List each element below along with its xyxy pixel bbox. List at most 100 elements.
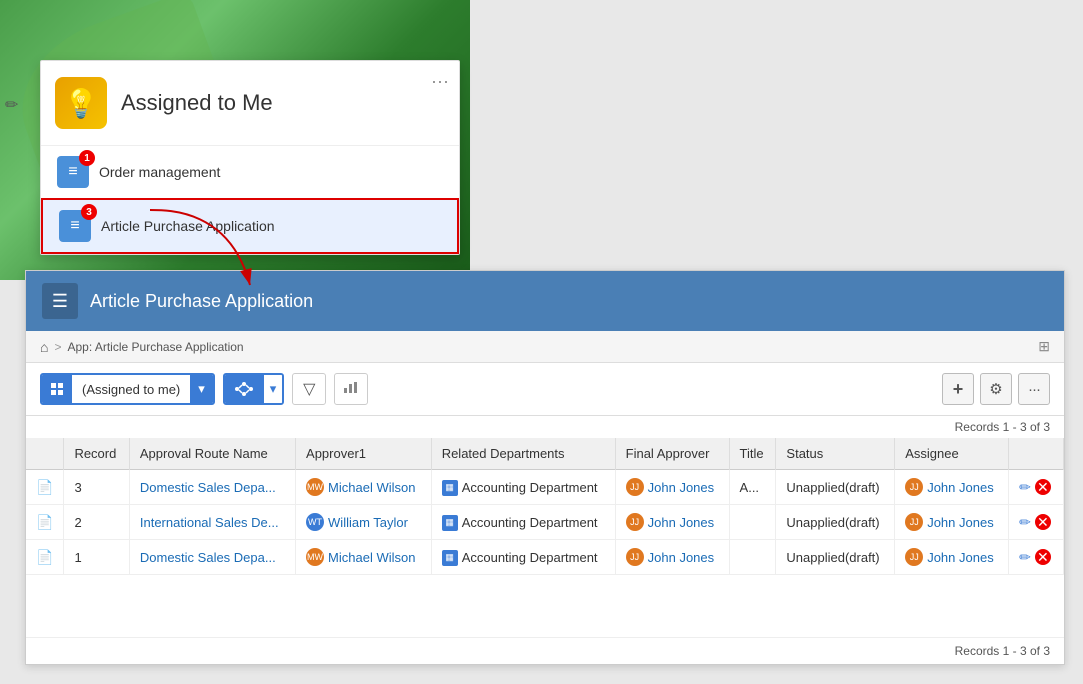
related-dept-cell: ▦ Accounting Department	[431, 505, 615, 540]
approver1-link[interactable]: Michael Wilson	[328, 550, 415, 565]
record-number: 2	[64, 505, 129, 540]
toolbar-right: + ⚙ ···	[942, 373, 1050, 405]
delete-button[interactable]: ✕	[1035, 479, 1051, 495]
title-cell: A...	[729, 470, 776, 505]
assignee-cell: JJ John Jones	[895, 505, 1009, 540]
chart-button[interactable]	[334, 373, 368, 405]
row-icon-cell: 📄	[26, 540, 64, 575]
workflow-icon	[225, 375, 263, 403]
records-count-bottom: Records 1 - 3 of 3	[26, 637, 1064, 664]
breadcrumb-bar: ⌂ > App: Article Purchase Application ⊞	[26, 331, 1064, 363]
final-approver-user: JJ John Jones	[626, 478, 715, 496]
approver1-link[interactable]: William Taylor	[328, 515, 408, 530]
action-buttons: ✏ ✕	[1019, 549, 1053, 566]
dept-square-icon: ▦	[442, 515, 458, 531]
status-cell: Unapplied(draft)	[776, 470, 895, 505]
assignee-link[interactable]: John Jones	[927, 480, 994, 495]
approval-route-link[interactable]: Domestic Sales Depa...	[140, 480, 276, 495]
col-final-approver[interactable]: Final Approver	[615, 438, 729, 470]
title-cell	[729, 540, 776, 575]
assignee-avatar: JJ	[905, 548, 923, 566]
assignee-user: JJ John Jones	[905, 478, 994, 496]
more-options-button[interactable]: ···	[1018, 373, 1050, 405]
breadcrumb-separator: >	[54, 340, 61, 354]
view-selector[interactable]: (Assigned to me) ▾	[40, 373, 215, 405]
row-icon-cell: 📄	[26, 505, 64, 540]
filter-icon: ▽	[303, 379, 315, 399]
arrow-indicator	[140, 200, 260, 303]
header-icon: 💡	[55, 77, 107, 129]
approval-route-link[interactable]: International Sales De...	[140, 515, 279, 530]
filter-button[interactable]: ▽	[292, 373, 326, 405]
hamburger-menu-icon[interactable]: ☰	[42, 283, 78, 319]
approver1-user: MW Michael Wilson	[306, 478, 415, 496]
approver1-link[interactable]: Michael Wilson	[328, 480, 415, 495]
edit-button[interactable]: ✏	[1019, 549, 1031, 566]
final-approver-link[interactable]: John Jones	[648, 550, 715, 565]
status-cell: Unapplied(draft)	[776, 540, 895, 575]
approval-route-cell[interactable]: Domestic Sales Depa...	[129, 540, 295, 575]
three-dots-menu[interactable]: ···	[431, 71, 449, 92]
assignee-user: JJ John Jones	[905, 513, 994, 531]
workflow-button[interactable]: ▾	[223, 373, 285, 405]
approval-route-cell[interactable]: International Sales De...	[129, 505, 295, 540]
col-status[interactable]: Status	[776, 438, 895, 470]
data-table: Record Approval Route Name Approver1 Rel…	[26, 438, 1064, 637]
assignee-link[interactable]: John Jones	[927, 515, 994, 530]
approval-route-cell[interactable]: Domestic Sales Depa...	[129, 470, 295, 505]
col-record[interactable]: Record	[64, 438, 129, 470]
col-assignee[interactable]: Assignee	[895, 438, 1009, 470]
dept-square-icon: ▦	[442, 480, 458, 496]
col-approver1[interactable]: Approver1	[296, 438, 432, 470]
col-approval-route[interactable]: Approval Route Name	[129, 438, 295, 470]
approval-route-link[interactable]: Domestic Sales Depa...	[140, 550, 276, 565]
view-caret[interactable]: ▾	[190, 375, 213, 403]
settings-button[interactable]: ⚙	[980, 373, 1012, 405]
home-icon[interactable]: ⌂	[40, 339, 48, 355]
action-cell: ✏ ✕	[1009, 505, 1064, 540]
table-row: 📄 2 International Sales De... WT William…	[26, 505, 1064, 540]
row-icon-cell: 📄	[26, 470, 64, 505]
assignee-cell: JJ John Jones	[895, 540, 1009, 575]
related-dept-cell: ▦ Accounting Department	[431, 540, 615, 575]
approver1-cell: WT William Taylor	[296, 505, 432, 540]
pin-icon[interactable]: ⊞	[1038, 338, 1050, 355]
records-count-top: Records 1 - 3 of 3	[26, 416, 1064, 438]
final-approver-link[interactable]: John Jones	[648, 480, 715, 495]
col-title[interactable]: Title	[729, 438, 776, 470]
grid-view-icon	[42, 375, 72, 403]
related-dept-cell: ▦ Accounting Department	[431, 470, 615, 505]
record-doc-icon: 📄	[36, 479, 53, 495]
add-button[interactable]: +	[942, 373, 974, 405]
approver1-cell: MW Michael Wilson	[296, 540, 432, 575]
final-approver-user: JJ John Jones	[626, 513, 715, 531]
edit-button[interactable]: ✏	[1019, 479, 1031, 496]
assignee-link[interactable]: John Jones	[927, 550, 994, 565]
action-cell: ✏ ✕	[1009, 470, 1064, 505]
action-buttons: ✏ ✕	[1019, 514, 1053, 531]
dropdown-item-order-management[interactable]: ≡ 1 Order management	[41, 146, 459, 198]
approver1-avatar: MW	[306, 548, 324, 566]
approver1-avatar: MW	[306, 478, 324, 496]
table-row: 📄 1 Domestic Sales Depa... MW Michael Wi…	[26, 540, 1064, 575]
final-approver-link[interactable]: John Jones	[648, 515, 715, 530]
edit-button[interactable]: ✏	[1019, 514, 1031, 531]
delete-button[interactable]: ✕	[1035, 549, 1051, 565]
delete-button[interactable]: ✕	[1035, 514, 1051, 530]
approver1-avatar: WT	[306, 513, 324, 531]
title-cell	[729, 505, 776, 540]
col-checkbox	[26, 438, 64, 470]
col-actions	[1009, 438, 1064, 470]
final-approver-cell: JJ John Jones	[615, 505, 729, 540]
action-buttons: ✏ ✕	[1019, 479, 1053, 496]
dropdown-header: 💡 Assigned to Me	[41, 61, 459, 146]
dept-square-icon: ▦	[442, 550, 458, 566]
workflow-caret[interactable]: ▾	[263, 375, 283, 403]
approver1-cell: MW Michael Wilson	[296, 470, 432, 505]
col-related-dept[interactable]: Related Departments	[431, 438, 615, 470]
action-cell: ✏ ✕	[1009, 540, 1064, 575]
record-number: 1	[64, 540, 129, 575]
edit-icon[interactable]: ✏	[5, 95, 18, 115]
assignee-avatar: JJ	[905, 513, 923, 531]
article-purchase-badge: 3	[81, 204, 97, 220]
